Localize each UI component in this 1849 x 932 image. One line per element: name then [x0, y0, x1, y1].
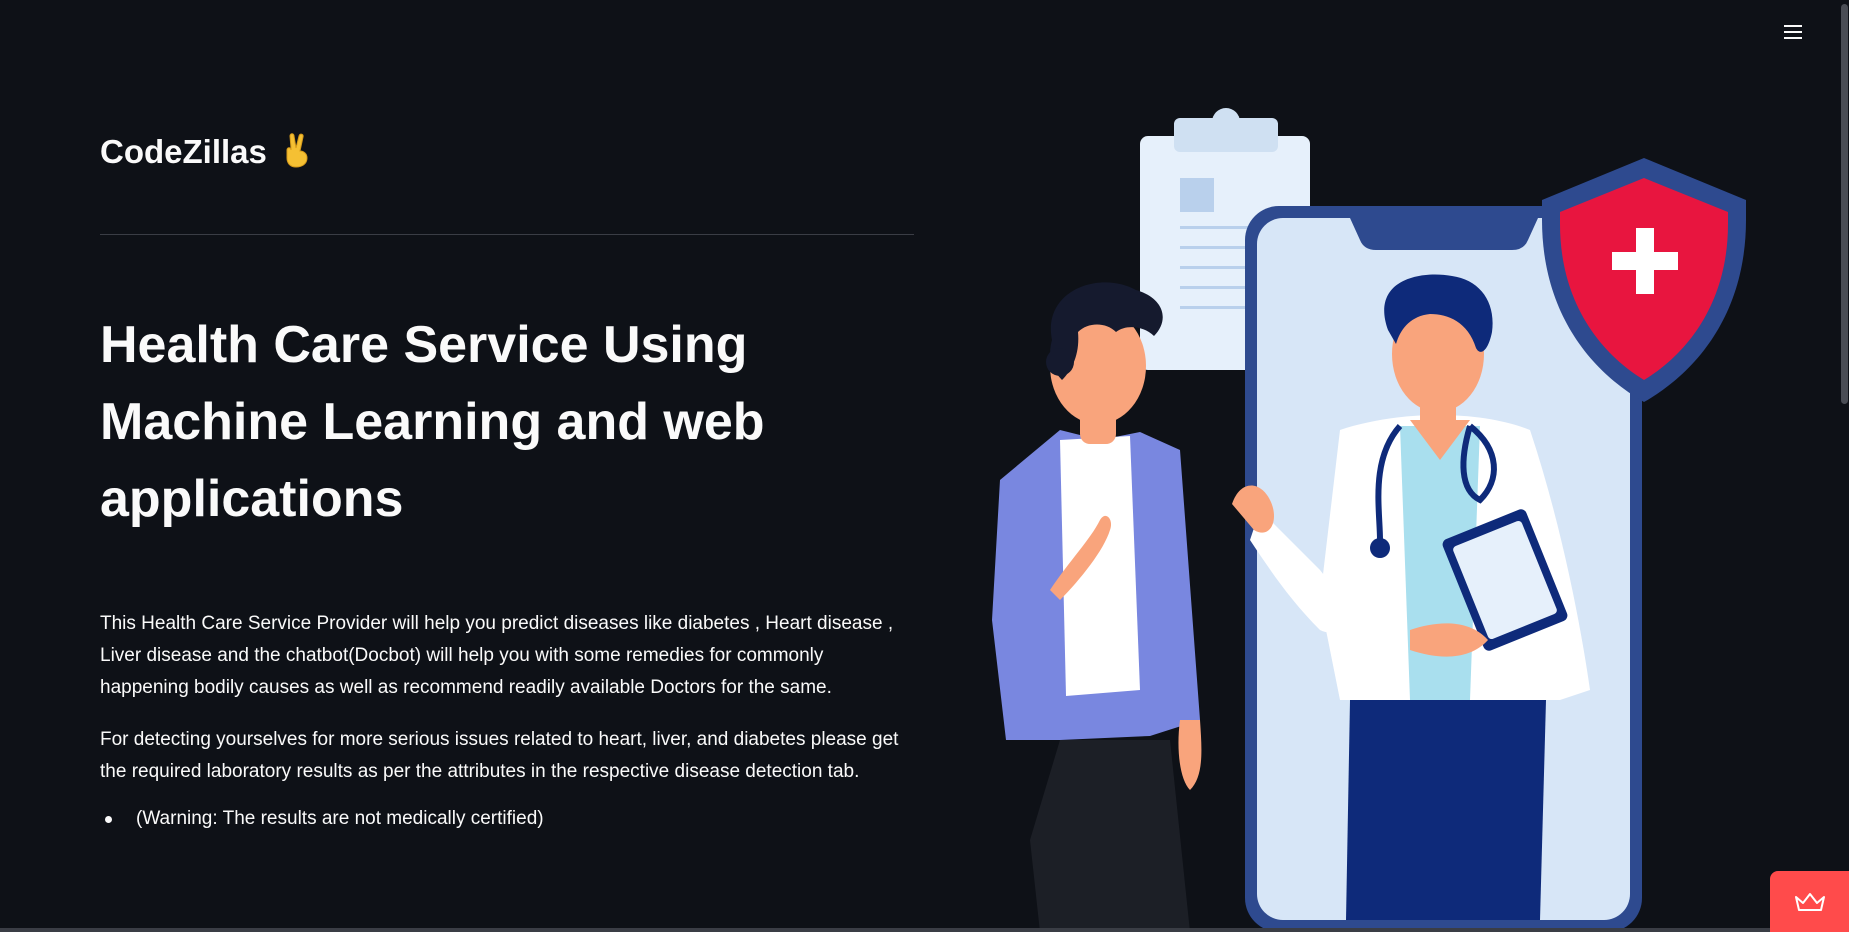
page-title: Health Care Service Using Machine Learni… — [100, 316, 765, 528]
vertical-scrollbar[interactable] — [1839, 0, 1849, 932]
brand-name: CodeZillas — [100, 133, 267, 170]
warning-item: (Warning: The results are not medically … — [136, 808, 544, 829]
bottom-scroll-track — [0, 928, 1849, 932]
app-root: CodeZillas Health Care Service Using Mac… — [0, 0, 1849, 932]
deploy-badge-button[interactable] — [1770, 871, 1849, 932]
patient-figure — [992, 282, 1202, 932]
content-column: CodeZillas Health Care Service Using Mac… — [100, 120, 914, 830]
doctor-patient-illustration — [992, 108, 1746, 932]
crown-icon — [1794, 892, 1825, 911]
scrollbar-thumb[interactable] — [1841, 4, 1848, 404]
main-menu-button[interactable] — [1775, 18, 1811, 46]
section-divider — [100, 234, 914, 235]
brand-header: CodeZillas — [100, 120, 914, 184]
hamburger-menu-icon — [1784, 25, 1802, 39]
bullet-dot — [105, 815, 112, 823]
victory-hand-icon — [286, 132, 308, 168]
warning-list: (Warning: The results are not medically … — [100, 808, 914, 830]
intro-paragraph: This Health Care Service Provider will h… — [100, 613, 894, 698]
instructions-paragraph: For detecting yourselves for more seriou… — [100, 729, 899, 782]
victory-hand-emoji — [281, 132, 313, 173]
